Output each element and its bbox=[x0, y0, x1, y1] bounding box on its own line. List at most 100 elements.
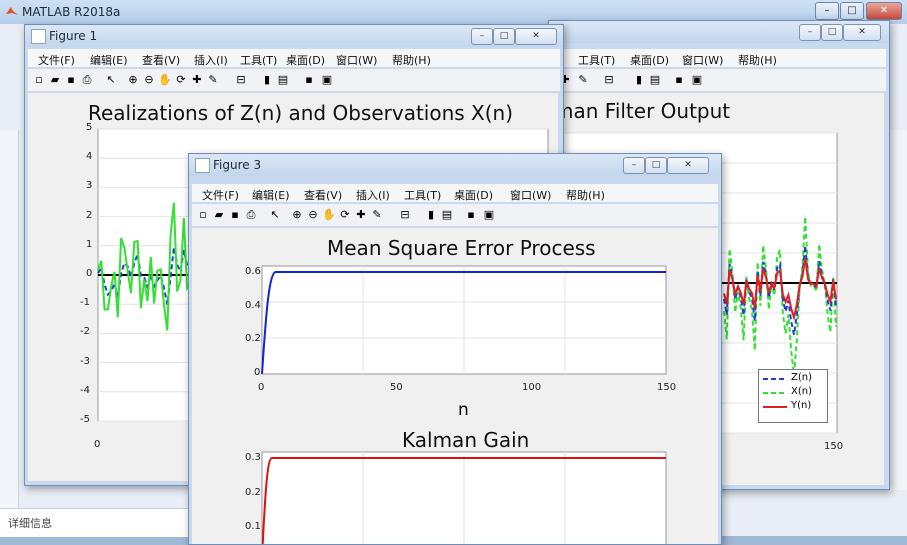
menu-desktop[interactable]: 桌面(D) bbox=[286, 52, 325, 68]
menu-insert[interactable]: 插入(I) bbox=[194, 52, 228, 68]
figure1-ytick: -1 bbox=[80, 297, 90, 309]
hide-tools-icon[interactable]: ▪ bbox=[464, 208, 478, 222]
figure1-ytick: 0 bbox=[86, 268, 93, 279]
gain-ytick: 0.2 bbox=[245, 487, 261, 498]
open-folder-icon[interactable]: ▰ bbox=[212, 208, 226, 222]
rotate-icon[interactable]: ⟳ bbox=[174, 73, 188, 87]
menu-view[interactable]: 查看(V) bbox=[304, 187, 342, 203]
details-panel: 详细信息 bbox=[0, 508, 200, 537]
matlab-logo-icon bbox=[6, 7, 18, 15]
figure2-menu-window[interactable]: 窗口(W) bbox=[682, 52, 723, 68]
menu-window[interactable]: 窗口(W) bbox=[510, 187, 551, 203]
link-icon[interactable]: ⊟ bbox=[398, 208, 412, 222]
figure1-close-button[interactable]: ✕ bbox=[515, 28, 557, 45]
hide-tools-icon[interactable]: ▪ bbox=[672, 73, 686, 87]
legend-entry-z: Z(n) bbox=[791, 372, 812, 383]
figure3-menubar: 文件(F) 编辑(E) 查看(V) 插入(I) 工具(T) 桌面(D) 窗口(W… bbox=[192, 184, 718, 202]
figure2-minimize-button[interactable]: – bbox=[799, 24, 821, 41]
figure-icon bbox=[195, 158, 210, 173]
gain-ytick: 0.1 bbox=[245, 521, 261, 532]
figure2-menu-help[interactable]: 帮助(H) bbox=[738, 52, 777, 68]
menu-insert[interactable]: 插入(I) bbox=[356, 187, 390, 203]
zoom-in-icon[interactable]: ⊕ bbox=[290, 208, 304, 222]
minimize-button[interactable]: – bbox=[815, 2, 839, 20]
menu-help[interactable]: 帮助(H) bbox=[392, 52, 431, 68]
figure1-minimize-button[interactable]: – bbox=[471, 28, 493, 45]
gain-axes-title: Kalman Gain bbox=[402, 428, 530, 452]
figure2-close-button[interactable]: ✕ bbox=[843, 24, 881, 41]
menu-window[interactable]: 窗口(W) bbox=[336, 52, 377, 68]
figure3-title-bar: Figure 3 – □ ✕ bbox=[189, 154, 721, 176]
menu-tools[interactable]: 工具(T) bbox=[404, 187, 441, 203]
colorbar-icon[interactable]: ▮ bbox=[260, 73, 274, 87]
figure3-close-button[interactable]: ✕ bbox=[667, 157, 709, 174]
link-icon[interactable]: ⊟ bbox=[234, 73, 248, 87]
menu-edit[interactable]: 编辑(E) bbox=[252, 187, 290, 203]
menu-view[interactable]: 查看(V) bbox=[142, 52, 180, 68]
brush-icon[interactable]: ✎ bbox=[576, 73, 590, 87]
show-tools-icon[interactable]: ▣ bbox=[690, 73, 704, 87]
figure2-maximize-button[interactable]: □ bbox=[821, 24, 843, 41]
figure1-xtick-0: 0 bbox=[94, 439, 101, 450]
figure2-menu-tools[interactable]: 工具(T) bbox=[578, 52, 615, 68]
menu-file[interactable]: 文件(F) bbox=[202, 187, 239, 203]
menu-tools[interactable]: 工具(T) bbox=[240, 52, 277, 68]
pointer-icon[interactable]: ↖ bbox=[268, 208, 282, 222]
legend-entry-y: Y(n) bbox=[791, 400, 812, 411]
gain-ytick: 0.3 bbox=[245, 452, 261, 463]
show-tools-icon[interactable]: ▣ bbox=[320, 73, 334, 87]
figure1-ytick: 4 bbox=[86, 151, 93, 163]
legend-icon[interactable]: ▤ bbox=[276, 73, 290, 87]
zoom-in-icon[interactable]: ⊕ bbox=[126, 73, 140, 87]
legend-icon[interactable]: ▤ bbox=[648, 73, 662, 87]
details-label: 详细信息 bbox=[8, 517, 52, 530]
brush-icon[interactable]: ✎ bbox=[370, 208, 384, 222]
show-tools-icon[interactable]: ▣ bbox=[482, 208, 496, 222]
menu-desktop[interactable]: 桌面(D) bbox=[454, 187, 493, 203]
figure1-ytick: 3 bbox=[86, 180, 93, 192]
colorbar-icon[interactable]: ▮ bbox=[632, 73, 646, 87]
figure1-ytick: -3 bbox=[80, 355, 90, 367]
maximize-button[interactable]: □ bbox=[840, 2, 864, 20]
menu-help[interactable]: 帮助(H) bbox=[566, 187, 605, 203]
hide-tools-icon[interactable]: ▪ bbox=[302, 73, 316, 87]
mse-xtick: 100 bbox=[522, 382, 542, 393]
figure3-minimize-button[interactable]: – bbox=[623, 157, 645, 174]
brush-icon[interactable]: ✎ bbox=[206, 73, 220, 87]
figure1-ytick: 1 bbox=[86, 238, 93, 250]
mse-xlabel: n bbox=[458, 400, 469, 420]
figure1-ytick: 2 bbox=[86, 209, 93, 221]
menu-file[interactable]: 文件(F) bbox=[38, 52, 75, 68]
figure3-window[interactable]: Figure 3 – □ ✕ 文件(F) 编辑(E) 查看(V) 插入(I) 工… bbox=[188, 153, 722, 545]
zoom-out-icon[interactable]: ⊖ bbox=[306, 208, 320, 222]
link-icon[interactable]: ⊟ bbox=[602, 73, 616, 87]
mse-ytick: 0.6 bbox=[245, 266, 261, 277]
figure3-toolbar: ▫ ▰ ▪ ⎙ ↖ ⊕ ⊖ ✋ ⟳ ✚ ✎ ⊟ ▮ ▤ ▪ ▣ bbox=[192, 204, 718, 227]
menu-edit[interactable]: 编辑(E) bbox=[90, 52, 128, 68]
print-icon[interactable]: ⎙ bbox=[244, 208, 258, 222]
pan-icon[interactable]: ✋ bbox=[158, 73, 172, 87]
new-file-icon[interactable]: ▫ bbox=[32, 73, 46, 87]
pointer-icon[interactable]: ↖ bbox=[104, 73, 118, 87]
open-folder-icon[interactable]: ▰ bbox=[48, 73, 62, 87]
figure3-canvas: Mean Square Error Process 0.6 0.4 0.2 0 … bbox=[192, 228, 718, 544]
figure1-maximize-button[interactable]: □ bbox=[493, 28, 515, 45]
mse-ytick: 0 bbox=[254, 367, 261, 378]
new-file-icon[interactable]: ▫ bbox=[196, 208, 210, 222]
figure3-plot[interactable] bbox=[192, 228, 718, 544]
zoom-out-icon[interactable]: ⊖ bbox=[142, 73, 156, 87]
colorbar-icon[interactable]: ▮ bbox=[424, 208, 438, 222]
close-button[interactable]: ✕ bbox=[866, 2, 902, 20]
pan-icon[interactable]: ✋ bbox=[322, 208, 336, 222]
figure2-menu-desktop[interactable]: 桌面(D) bbox=[630, 52, 669, 68]
print-icon[interactable]: ⎙ bbox=[80, 73, 94, 87]
data-cursor-icon[interactable]: ✚ bbox=[190, 73, 204, 87]
data-cursor-icon[interactable]: ✚ bbox=[354, 208, 368, 222]
save-icon[interactable]: ▪ bbox=[228, 208, 242, 222]
figure3-maximize-button[interactable]: □ bbox=[645, 157, 667, 174]
legend-icon[interactable]: ▤ bbox=[440, 208, 454, 222]
save-icon[interactable]: ▪ bbox=[64, 73, 78, 87]
figure1-title-bar: Figure 1 – □ ✕ bbox=[25, 25, 563, 47]
mse-xtick: 50 bbox=[390, 382, 403, 393]
rotate-icon[interactable]: ⟳ bbox=[338, 208, 352, 222]
